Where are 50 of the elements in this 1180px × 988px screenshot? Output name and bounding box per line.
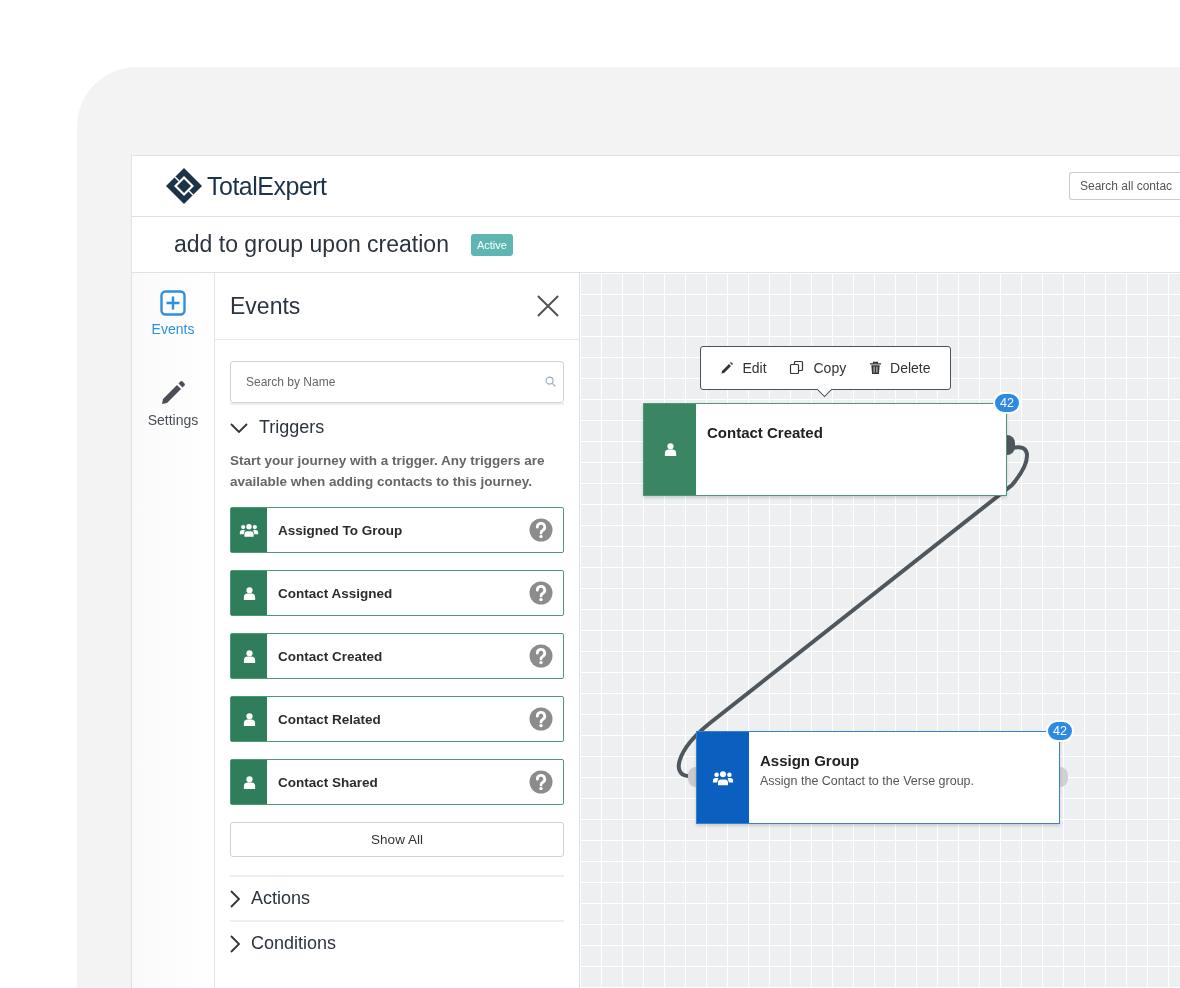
help-icon[interactable] — [529, 770, 553, 794]
status-badge: Active — [470, 233, 513, 256]
trigger-item[interactable]: Assigned To Group — [230, 507, 564, 553]
person-icon — [662, 442, 678, 457]
count-badge: 42 — [993, 392, 1021, 414]
sidebar-tab[interactable]: Settings — [147, 379, 199, 428]
person-icon — [241, 711, 257, 727]
section-description: Start your journey with a trigger. Any triggers are available when adding contacts to this journey. — [230, 452, 546, 491]
pencil-icon — [720, 361, 735, 375]
toolbar-button[interactable]: Copy — [789, 360, 847, 376]
show-all-button[interactable]: Show All — [230, 822, 564, 857]
trigger-item[interactable]: Contact Related — [230, 696, 564, 742]
search-icon — [545, 376, 556, 387]
section-header[interactable]: Triggers — [230, 405, 564, 450]
trigger-item[interactable]: Contact Created — [230, 633, 564, 679]
sidebar-tab-label: Settings — [147, 412, 199, 428]
trigger-item[interactable]: Contact Assigned — [230, 570, 564, 616]
help-icon[interactable] — [529, 581, 553, 605]
output-port[interactable] — [1007, 435, 1015, 455]
section-title: Actions — [251, 888, 311, 909]
search-field[interactable]: Search by Name — [230, 361, 564, 403]
search-field[interactable]: Search all contac — [1069, 172, 1180, 200]
close-icon[interactable] — [537, 295, 559, 317]
person-icon — [241, 648, 257, 664]
input-port[interactable] — [688, 767, 696, 787]
node-title: Assign Group — [760, 752, 861, 769]
node-description: Assign the Contact to the Verse group. — [760, 774, 975, 788]
person-icon — [241, 585, 257, 601]
logo-text: TotalExpert — [207, 171, 327, 201]
section-title: Triggers — [259, 417, 325, 438]
help-icon[interactable] — [529, 518, 553, 542]
toolbar-button[interactable]: Edit — [720, 360, 767, 376]
panel-title: Events — [230, 292, 301, 320]
section-header[interactable]: Conditions — [230, 922, 564, 965]
trash-icon — [869, 361, 883, 375]
count-badge: 42 — [1046, 720, 1074, 742]
toolbar-button[interactable]: Delete — [869, 360, 931, 376]
node-title: Contact Created — [707, 424, 823, 441]
logo-icon — [165, 167, 203, 205]
help-icon[interactable] — [529, 644, 553, 668]
section-title: Conditions — [251, 933, 337, 954]
help-icon[interactable] — [529, 707, 553, 731]
plus-square-icon — [160, 290, 186, 316]
sidebar-tab-label: Events — [151, 321, 195, 337]
person-icon — [241, 774, 257, 790]
trigger-item[interactable]: Contact Shared — [230, 759, 564, 805]
pencil-icon — [159, 379, 187, 407]
section-header[interactable]: Actions — [230, 877, 564, 920]
journey-title: add to group upon creation — [174, 231, 449, 258]
copy-icon — [789, 360, 806, 376]
